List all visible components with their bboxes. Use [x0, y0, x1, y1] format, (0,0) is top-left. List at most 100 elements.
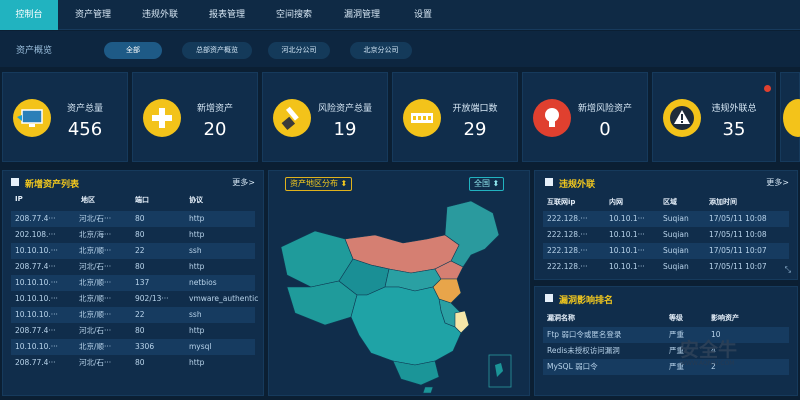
col-protocol: 协议	[189, 196, 203, 204]
vuln-row-cell: Ftp 弱口令或匿名登录	[547, 330, 622, 339]
asset-row[interactable]: 10.10.10.··· 北京/顺··· 3306 mysql	[11, 339, 255, 355]
vuln-row-cell: Redis未授权访问漏洞	[547, 346, 620, 355]
stat-label: 新增资产	[196, 104, 233, 114]
pill-hq-overview[interactable]: 总部资产概览	[182, 42, 252, 59]
watermark: 安全牛	[680, 339, 738, 361]
asset-row-cell: http	[189, 230, 205, 239]
col-affected: 影响资产	[711, 314, 739, 322]
outbound-row[interactable]: 222.128.··· 10.10.1··· Suqian 17/05/11 10:0…	[543, 243, 789, 259]
outbound-row-cell: Suqian	[663, 230, 689, 239]
nav-outbound[interactable]: 违规外联	[130, 0, 190, 30]
nav-reports[interactable]: 报表管理	[197, 0, 257, 30]
stat-value: 20	[203, 119, 227, 140]
asset-row-cell: 137	[135, 278, 150, 287]
nav-vuln-management[interactable]: 漏洞管理	[332, 0, 392, 30]
map-type-dropdown[interactable]: 资产地区分布 ⬍	[285, 177, 353, 191]
asset-row-cell: 10.10.10.···	[15, 246, 58, 255]
filter-bar: 资产概览 全部 总部资产概览 河北分公司 北京分公司	[0, 31, 800, 67]
outbound-row-cell: 10.10.1···	[609, 262, 645, 271]
stat-label: 违规外联总	[711, 104, 757, 114]
asset-row-cell: 北京/顺···	[79, 342, 112, 351]
outbound-row-cell: Suqian	[663, 214, 689, 223]
nav-asset-management[interactable]: 资产管理	[63, 0, 123, 30]
asset-row-cell: 河北/石···	[79, 358, 112, 367]
asset-row-cell: 北京/顺···	[79, 310, 112, 319]
stat-card-new-assets[interactable]: 新增资产 20	[132, 72, 258, 162]
panel-title: 违规外联	[559, 180, 596, 190]
col-ip: IP	[15, 195, 23, 203]
stat-card-risk-assets[interactable]: 风险资产总量 19	[262, 72, 388, 162]
new-assets-panel: 新增资产列表 更多> IP 地区 端口 协议 208.77.4··· 河北/石··…	[2, 170, 264, 396]
asset-row[interactable]: 10.10.10.··· 北京/顺··· 137 netbios	[11, 275, 255, 291]
pill-all[interactable]: 全部	[104, 42, 162, 59]
alert-dot	[764, 85, 771, 92]
outbound-row-cell: 222.128.···	[547, 230, 588, 239]
stat-value: 19	[333, 119, 357, 140]
stat-value: 456	[67, 119, 103, 140]
stat-label: 风险资产总量	[317, 104, 372, 114]
col-vuln-name: 漏洞名称	[547, 314, 575, 322]
panel-title: 漏洞影响排名	[559, 296, 614, 306]
asset-row-cell: 80	[135, 326, 145, 335]
outbound-row[interactable]: 222.128.··· 10.10.1··· Suqian 17/05/11 10:0…	[543, 227, 789, 243]
outbound-row[interactable]: 222.128.··· 10.10.1··· Suqian 17/05/11 10:0…	[543, 211, 789, 227]
asset-row-cell: netbios	[189, 278, 217, 287]
outbound-row-cell: 222.128.···	[547, 246, 588, 255]
asset-map-panel: 资产地区分布 ⬍ 全国 ⬍	[268, 170, 530, 396]
pill-hebei[interactable]: 河北分公司	[268, 42, 330, 59]
asset-row-cell: 80	[135, 214, 145, 223]
asset-row-cell: 22	[135, 310, 145, 319]
vuln-row[interactable]: MySQL 弱口令 严重 2	[543, 359, 789, 375]
stat-card-partial[interactable]	[780, 72, 800, 162]
asset-row-cell: 208.77.4···	[15, 326, 56, 335]
resize-icon[interactable]: ⤡	[785, 265, 791, 275]
nav-console[interactable]: 控制台	[0, 0, 58, 30]
stat-card-new-risk-assets[interactable]: 新增风险资产 0	[522, 72, 648, 162]
asset-row-cell: ssh	[189, 310, 202, 319]
stat-label: 新增风险资产	[577, 104, 632, 114]
asset-row[interactable]: 10.10.10.··· 北京/顺··· 22 ssh	[11, 243, 255, 259]
asset-row-cell: 208.77.4···	[15, 214, 56, 223]
asset-row-cell: 902/13···	[135, 294, 169, 303]
asset-row-cell: 3306	[135, 342, 155, 351]
vuln-row[interactable]: Redis未授权访问漏洞 严重 4	[543, 343, 789, 359]
col-intranet: 内网	[609, 198, 623, 206]
asset-row-cell: http	[189, 214, 205, 223]
asset-row-cell: 河北/石···	[79, 262, 112, 271]
pill-beijing[interactable]: 北京分公司	[350, 42, 412, 59]
asset-row[interactable]: 202.108.··· 北京/海··· 80 http	[11, 227, 255, 243]
filter-title: 资产概览	[16, 46, 53, 56]
outbound-row-cell: 10.10.1···	[609, 230, 645, 239]
stat-label: 开放端口数	[452, 104, 498, 114]
partial-icon	[783, 99, 800, 137]
col-area: 区域	[663, 198, 677, 206]
asset-row-cell: 10.10.10.···	[15, 310, 58, 319]
map-scope-dropdown[interactable]: 全国 ⬍	[469, 177, 505, 191]
asset-row[interactable]: 208.77.4··· 河北/石··· 80 http	[11, 259, 255, 275]
vuln-ranking-panel: 漏洞影响排名 漏洞名称 等级 影响资产 Ftp 弱口令或匿名登录 严重 10 Redi…	[534, 286, 798, 396]
asset-row[interactable]: 10.10.10.··· 北京/顺··· 22 ssh	[11, 307, 255, 323]
asset-row-cell: http	[189, 358, 205, 367]
asset-row[interactable]: 208.77.4··· 河北/石··· 80 http	[11, 323, 255, 339]
stat-card-total-assets[interactable]: 资产总量 456	[2, 72, 128, 162]
outbound-row-cell: 17/05/11 10:07	[709, 262, 767, 271]
nav-settings[interactable]: 设置	[400, 0, 446, 30]
more-link[interactable]: 更多>	[766, 177, 789, 188]
asset-row-cell: 80	[135, 358, 145, 367]
asset-row[interactable]: 208.77.4··· 河北/石··· 80 http	[11, 211, 255, 227]
list-icon	[545, 178, 553, 186]
nav-space-search[interactable]: 空间搜索	[264, 0, 324, 30]
outbound-row-cell: 222.128.···	[547, 262, 588, 271]
stat-card-open-ports[interactable]: 开放端口数 29	[392, 72, 518, 162]
outbound-row[interactable]: 222.128.··· 10.10.1··· Suqian 17/05/11 10:0…	[543, 259, 789, 275]
asset-row-cell: 10.10.10.···	[15, 342, 58, 351]
list-icon	[545, 294, 553, 302]
vuln-row[interactable]: Ftp 弱口令或匿名登录 严重 10	[543, 327, 789, 343]
asset-row[interactable]: 208.77.4··· 河北/石··· 80 http	[11, 355, 255, 371]
col-internet-ip: 互联网ip	[547, 198, 576, 206]
outbound-row-cell: 10.10.1···	[609, 246, 645, 255]
stat-label: 资产总量	[66, 104, 103, 114]
stat-card-outbound[interactable]: 违规外联总 35	[652, 72, 776, 162]
asset-row[interactable]: 10.10.10.··· 北京/顺··· 902/13··· vmware_authe…	[11, 291, 258, 307]
more-link[interactable]: 更多>	[232, 177, 255, 188]
